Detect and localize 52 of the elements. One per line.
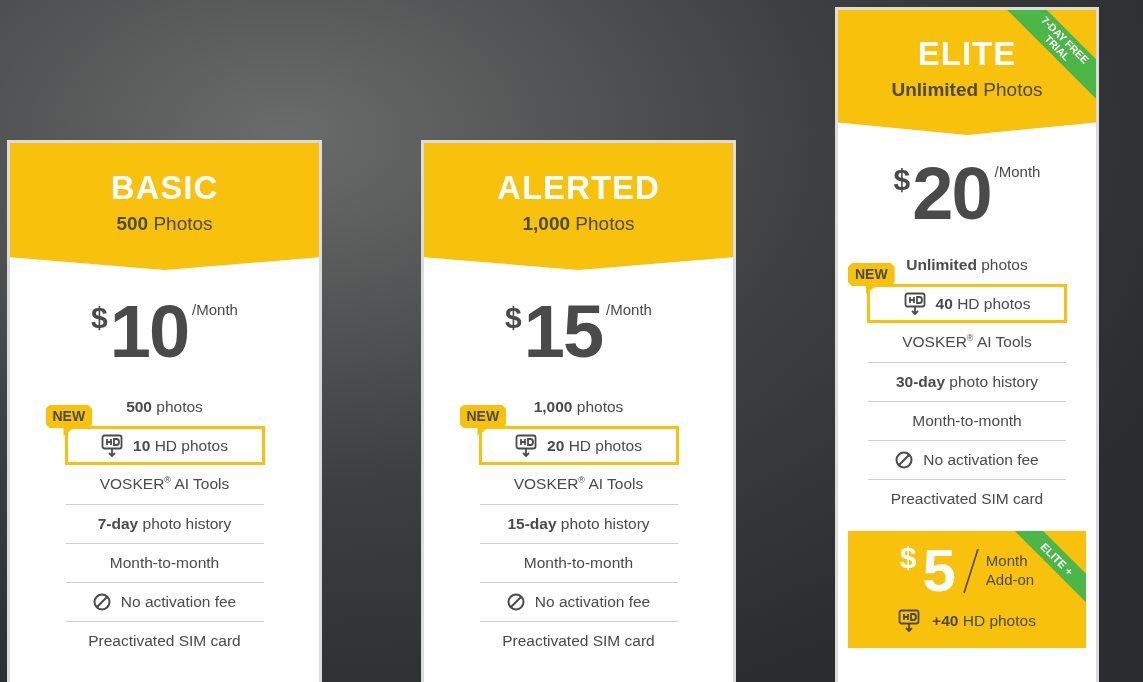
feature-text: 30-day photo history (895, 373, 1039, 391)
feature-text: VOSKER$^{®}$ AI Tools (99, 475, 230, 494)
plan-title: BASIC (110, 168, 219, 207)
price-amount: 20 (912, 157, 991, 231)
feature-text: 1,000 photos (533, 397, 624, 416)
feature-text: Preactivated SIM card (88, 632, 241, 650)
price-amount: 15 (523, 295, 603, 369)
no-entry-icon (92, 593, 111, 611)
currency-symbol: $ (899, 541, 917, 575)
currency-symbol: $ (91, 301, 108, 335)
hd-download-icon (903, 291, 926, 316)
feature-text: 10 HD photos (133, 436, 228, 455)
feature-text: Preactivated SIM card (502, 632, 655, 650)
feature-text: Month-to-month (109, 554, 220, 572)
feature-text: 40 HD photos (935, 294, 1031, 313)
price-period: /Month (606, 301, 652, 318)
feature-text: Month-to-month (912, 412, 1022, 430)
currency-symbol: $ (893, 163, 911, 197)
no-entry-icon (506, 593, 525, 611)
plan-title: ALERTED (497, 168, 660, 207)
feature-text: 500 photos (126, 397, 203, 416)
feature-text: Unlimited photos (906, 255, 1028, 274)
feature-text: 20 HD photos (547, 436, 642, 455)
feature-text: 7-day photo history (97, 515, 232, 533)
feature-text: No activation fee (923, 451, 1039, 469)
plan-title: ELITE (917, 34, 1017, 73)
new-badge: NEW (848, 263, 895, 294)
price-amount: 5 (922, 541, 956, 601)
feature-text: No activation fee (120, 593, 237, 611)
new-badge: NEW (459, 405, 507, 436)
price-period: /Month (994, 163, 1041, 180)
addon-label: Add-on (985, 571, 1035, 590)
feature-text: Month-to-month (523, 554, 634, 572)
price-period: Month (985, 552, 1029, 571)
feature-text: 15-day photo history (507, 515, 650, 533)
price-amount: 10 (109, 295, 189, 369)
plan-photo-quota: 1,000 Photos (522, 212, 635, 235)
currency-symbol: $ (505, 301, 522, 335)
plan-photo-quota: Unlimited Photos (891, 78, 1043, 101)
price-period: /Month (192, 301, 238, 318)
hd-download-icon (898, 609, 921, 633)
feature-text: VOSKER$^{®}$ AI Tools (513, 475, 644, 494)
slash-divider (961, 548, 980, 594)
feature-text: Preactivated SIM card (890, 490, 1044, 508)
feature-text: +40 HD photos (932, 612, 1036, 630)
hd-download-icon (101, 433, 124, 458)
feature-text: No activation fee (534, 593, 651, 611)
hd-download-icon (515, 433, 538, 458)
new-badge: NEW (45, 405, 93, 436)
no-entry-icon (895, 451, 914, 469)
plan-photo-quota: 500 Photos (116, 212, 213, 235)
feature-text: VOSKER$^{®}$ AI Tools (902, 333, 1032, 352)
